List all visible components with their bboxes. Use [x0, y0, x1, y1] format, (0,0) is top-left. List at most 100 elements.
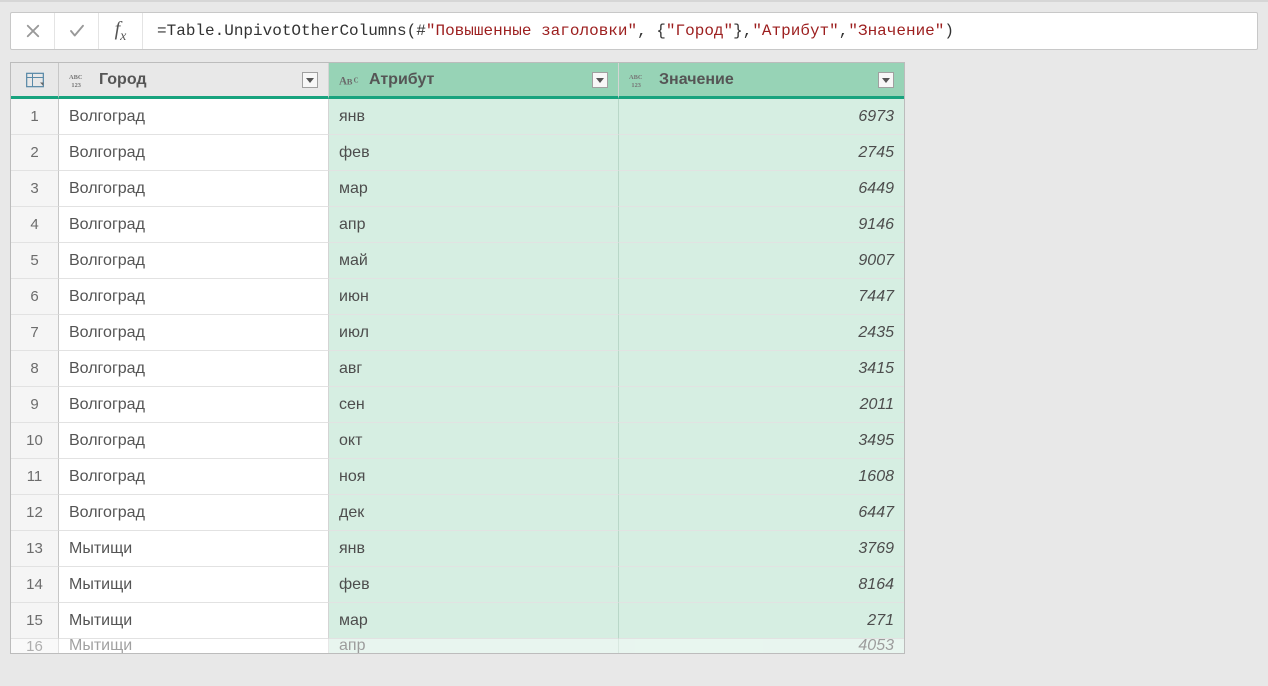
cell-value[interactable]: 8164: [619, 567, 904, 603]
table-row: 16Мытищиапр4053: [11, 639, 904, 653]
cell-city[interactable]: Волгоград: [59, 279, 329, 315]
cell-city[interactable]: Волгоград: [59, 387, 329, 423]
cell-attribute[interactable]: мар: [329, 171, 619, 207]
cell-city[interactable]: Волгоград: [59, 135, 329, 171]
cell-value[interactable]: 6447: [619, 495, 904, 531]
cell-value[interactable]: 4053: [619, 639, 904, 653]
cell-city[interactable]: Мытищи: [59, 603, 329, 639]
cell-attribute[interactable]: янв: [329, 99, 619, 135]
formula-arg: "Значение": [848, 22, 944, 40]
column-header-city[interactable]: ABC123 Город: [59, 63, 329, 99]
cell-value[interactable]: 271: [619, 603, 904, 639]
cell-attribute[interactable]: июн: [329, 279, 619, 315]
row-number[interactable]: 1: [11, 99, 59, 135]
row-number[interactable]: 6: [11, 279, 59, 315]
row-number[interactable]: 7: [11, 315, 59, 351]
cell-value[interactable]: 6449: [619, 171, 904, 207]
confirm-formula-button[interactable]: [55, 13, 99, 49]
row-number[interactable]: 16: [11, 639, 59, 653]
cell-attribute[interactable]: сен: [329, 387, 619, 423]
column-header-attribute[interactable]: ABC Атрибут: [329, 63, 619, 99]
cell-value[interactable]: 6973: [619, 99, 904, 135]
chevron-down-icon: [881, 75, 891, 85]
column-label: Значение: [659, 71, 734, 89]
cell-attribute[interactable]: мар: [329, 603, 619, 639]
row-number[interactable]: 9: [11, 387, 59, 423]
cell-city[interactable]: Волгоград: [59, 243, 329, 279]
table-row: 12Волгограддек6447: [11, 495, 904, 531]
cell-attribute[interactable]: окт: [329, 423, 619, 459]
table-row: 10Волгоградокт3495: [11, 423, 904, 459]
column-filter-button[interactable]: [302, 72, 318, 88]
cell-value[interactable]: 3415: [619, 351, 904, 387]
formula-sep: },: [733, 22, 752, 40]
row-number[interactable]: 8: [11, 351, 59, 387]
table-body: 1Волгоградянв69732Волгоградфев27453Волго…: [11, 99, 904, 653]
cell-value[interactable]: 2435: [619, 315, 904, 351]
table-row: 4Волгоградапр9146: [11, 207, 904, 243]
cell-city[interactable]: Волгоград: [59, 423, 329, 459]
svg-text:123: 123: [71, 82, 81, 89]
cell-value[interactable]: 1608: [619, 459, 904, 495]
formula-input[interactable]: = Table.UnpivotOtherColumns(# "Повышенны…: [143, 13, 1257, 49]
row-number[interactable]: 3: [11, 171, 59, 207]
cell-attribute[interactable]: июл: [329, 315, 619, 351]
svg-text:ABC: ABC: [629, 74, 643, 81]
svg-text:ABC: ABC: [69, 74, 83, 81]
formula-bar: fx = Table.UnpivotOtherColumns(# "Повыше…: [10, 12, 1258, 50]
close-icon: [24, 22, 42, 40]
cell-attribute[interactable]: май: [329, 243, 619, 279]
column-header-value[interactable]: ABC123 Значение: [619, 63, 904, 99]
row-number[interactable]: 5: [11, 243, 59, 279]
row-number[interactable]: 12: [11, 495, 59, 531]
table-row: 11Волгоградноя1608: [11, 459, 904, 495]
formula-arg: "Город": [666, 22, 733, 40]
cell-attribute[interactable]: дек: [329, 495, 619, 531]
chevron-down-icon: [595, 75, 605, 85]
cell-value[interactable]: 3769: [619, 531, 904, 567]
cell-city[interactable]: Волгоград: [59, 99, 329, 135]
cell-city[interactable]: Волгоград: [59, 171, 329, 207]
cell-attribute[interactable]: янв: [329, 531, 619, 567]
cell-attribute[interactable]: апр: [329, 639, 619, 653]
type-any-icon: ABC123: [69, 70, 93, 90]
row-number[interactable]: 2: [11, 135, 59, 171]
cell-city[interactable]: Волгоград: [59, 459, 329, 495]
row-number[interactable]: 14: [11, 567, 59, 603]
cell-attribute[interactable]: ноя: [329, 459, 619, 495]
cell-attribute[interactable]: апр: [329, 207, 619, 243]
cell-city[interactable]: Мытищи: [59, 567, 329, 603]
cell-value[interactable]: 9007: [619, 243, 904, 279]
cell-city[interactable]: Мытищи: [59, 639, 329, 653]
cell-attribute[interactable]: фев: [329, 567, 619, 603]
cell-city[interactable]: Волгоград: [59, 351, 329, 387]
table-row: 2Волгоградфев2745: [11, 135, 904, 171]
cell-value[interactable]: 2011: [619, 387, 904, 423]
cell-city[interactable]: Волгоград: [59, 495, 329, 531]
cell-attribute[interactable]: фев: [329, 135, 619, 171]
svg-text:A: A: [339, 75, 347, 87]
select-all-corner[interactable]: [11, 63, 59, 99]
cell-city[interactable]: Мытищи: [59, 531, 329, 567]
table-row: 14Мытищифев8164: [11, 567, 904, 603]
row-number[interactable]: 4: [11, 207, 59, 243]
cell-value[interactable]: 3495: [619, 423, 904, 459]
cell-attribute[interactable]: авг: [329, 351, 619, 387]
cell-city[interactable]: Волгоград: [59, 315, 329, 351]
row-number[interactable]: 15: [11, 603, 59, 639]
fx-button[interactable]: fx: [99, 13, 143, 49]
cell-city[interactable]: Волгоград: [59, 207, 329, 243]
check-icon: [68, 22, 86, 40]
row-number[interactable]: 13: [11, 531, 59, 567]
table-row: 3Волгоградмар6449: [11, 171, 904, 207]
row-number[interactable]: 10: [11, 423, 59, 459]
cancel-formula-button[interactable]: [11, 13, 55, 49]
column-filter-button[interactable]: [878, 72, 894, 88]
cell-value[interactable]: 2745: [619, 135, 904, 171]
table-row: 5Волгоградмай9007: [11, 243, 904, 279]
cell-value[interactable]: 9146: [619, 207, 904, 243]
column-filter-button[interactable]: [592, 72, 608, 88]
formula-close: ): [944, 22, 954, 40]
cell-value[interactable]: 7447: [619, 279, 904, 315]
row-number[interactable]: 11: [11, 459, 59, 495]
